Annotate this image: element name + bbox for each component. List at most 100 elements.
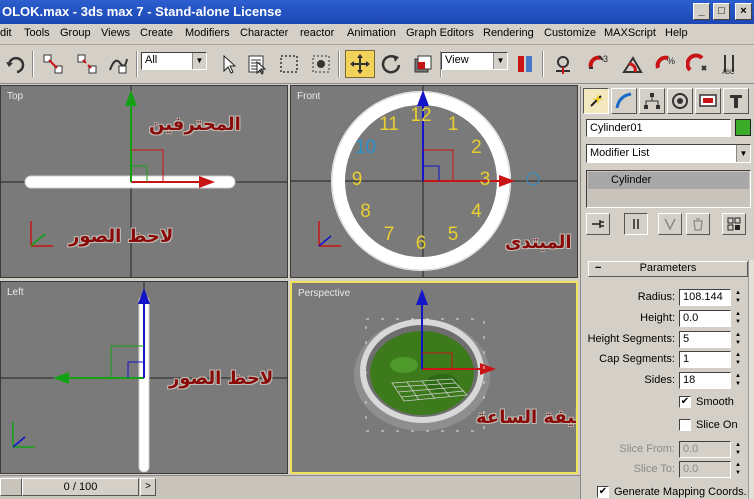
smooth-checkbox[interactable]: ✔ — [679, 396, 691, 408]
menu-reactor[interactable]: reactor — [300, 27, 334, 39]
param-height: Height: 0.0 ▲ ▼ — [583, 309, 753, 327]
command-panel: Cylinder01 Modifier List ▼ Cylinder − Pa… — [580, 86, 754, 499]
show-end-result-icon[interactable] — [624, 213, 648, 235]
menu-rendering[interactable]: Rendering — [483, 27, 534, 39]
radius-input[interactable]: 108.144 — [679, 289, 731, 306]
named-selection-icon[interactable]: ABC — [718, 50, 744, 78]
snap-3d-icon[interactable]: 3 — [586, 50, 612, 78]
radius-spinner-icon[interactable]: ▲ ▼ — [733, 289, 743, 306]
param-cap-segments-label: Cap Segments: — [599, 353, 675, 365]
menu-animation[interactable]: Animation — [347, 27, 396, 39]
cap-segments-input[interactable]: 1 — [679, 351, 731, 368]
utilities-tab-icon[interactable] — [723, 88, 749, 114]
motion-tab-icon[interactable] — [667, 88, 693, 114]
use-pivot-icon[interactable] — [512, 50, 538, 78]
hierarchy-tab-icon[interactable] — [639, 88, 665, 114]
time-slider: 0 / 100 > — [0, 475, 580, 499]
annotation-pros: المحترفين — [149, 114, 241, 135]
rollout-collapse-icon: − — [595, 262, 602, 274]
title-bar: OLOK.max - 3ds max 7 - Stand-alone Licen… — [0, 0, 754, 24]
time-slider-track-start[interactable] — [0, 478, 22, 496]
viewport-front[interactable]: Front 12 1 2 3 4 5 6 7 8 9 10 11 المبتدى — [290, 85, 578, 278]
slice-on-checkbox[interactable] — [679, 419, 691, 431]
angle-snap-icon[interactable] — [620, 50, 646, 78]
window-crossing-icon[interactable] — [308, 50, 334, 78]
menu-edit[interactable]: dit — [0, 27, 12, 39]
top-viewport-graphics — [1, 86, 287, 277]
chevron-down-icon: ▼ — [493, 53, 507, 69]
menu-customize[interactable]: Customize — [544, 27, 596, 39]
menu-help[interactable]: Help — [665, 27, 688, 39]
menu-create[interactable]: Create — [140, 27, 173, 39]
menu-maxscript[interactable]: MAXScript — [604, 27, 656, 39]
annotation-beginner: المبتدى — [505, 232, 572, 253]
configure-modifier-sets-icon[interactable] — [722, 213, 746, 235]
height-spinner-icon[interactable]: ▲ ▼ — [733, 310, 743, 327]
viewport-top[interactable]: Top المحترفين لاحظ الصور — [0, 85, 288, 278]
slice-on-label: Slice On — [696, 419, 738, 431]
toolbar-separator — [338, 51, 340, 77]
next-frame-button[interactable]: > — [140, 478, 156, 496]
clock-number: 4 — [471, 201, 482, 222]
clock-number: 10 — [354, 137, 377, 158]
modifier-list-dropdown[interactable]: Modifier List ▼ — [586, 144, 751, 163]
percent-snap-icon[interactable]: % — [653, 50, 679, 78]
menu-tools[interactable]: Tools — [24, 27, 50, 39]
command-panel-scrollbar[interactable] — [748, 260, 754, 499]
selection-filter-value: All — [145, 54, 158, 66]
cap-segments-spinner-icon[interactable]: ▲ ▼ — [733, 351, 743, 368]
select-rotate-icon[interactable] — [378, 50, 404, 78]
spinner-snap-icon[interactable] — [685, 50, 711, 78]
stack-item-cylinder[interactable]: Cylinder — [588, 172, 749, 189]
sides-spinner-icon[interactable]: ▲ ▼ — [733, 372, 743, 389]
select-scale-icon[interactable] — [410, 50, 436, 78]
param-radius: Radius: 108.144 ▲ ▼ — [583, 288, 753, 306]
pin-stack-icon[interactable] — [586, 213, 610, 235]
viewport-perspective[interactable]: Perspective هذه مقاسات الخليفة الساعة — [290, 281, 578, 474]
slice-from-spinner-icon[interactable]: ▲ ▼ — [733, 441, 743, 458]
minimize-button[interactable]: _ — [693, 3, 710, 20]
menu-views[interactable]: Views — [101, 27, 130, 39]
modify-tab-icon[interactable] — [611, 88, 637, 114]
viewport-left[interactable]: Left لاحظ الصور — [0, 281, 288, 474]
maximize-button[interactable]: □ — [713, 3, 730, 20]
annotation-clock-background-size: هذه مقاسات الخليفة الساعة — [476, 407, 576, 428]
create-tab-icon[interactable] — [583, 88, 609, 114]
height-segments-input[interactable]: 5 — [679, 331, 731, 348]
time-slider-thumb[interactable]: 0 / 100 — [22, 478, 139, 496]
display-tab-icon[interactable] — [695, 88, 721, 114]
menu-graph-editors[interactable]: Graph Editors — [406, 27, 474, 39]
bind-space-warp-icon[interactable] — [105, 50, 131, 78]
sides-input[interactable]: 18 — [679, 372, 731, 389]
undo-icon[interactable] — [3, 50, 29, 78]
menu-bar: dit Tools Group Views Create Modifiers C… — [0, 24, 754, 45]
select-by-name-icon[interactable] — [244, 50, 270, 78]
slice-to-input[interactable]: 0.0 — [679, 461, 731, 478]
menu-character[interactable]: Character — [240, 27, 288, 39]
reference-coord-dropdown[interactable]: View ▼ — [441, 52, 508, 70]
selection-filter-dropdown[interactable]: All ▼ — [141, 52, 207, 70]
slice-from-input[interactable]: 0.0 — [679, 441, 731, 458]
select-move-icon[interactable] — [345, 50, 375, 78]
menu-group[interactable]: Group — [60, 27, 91, 39]
height-input[interactable]: 0.0 — [679, 310, 731, 327]
make-unique-icon[interactable] — [658, 213, 682, 235]
object-name-field[interactable]: Cylinder01 — [586, 119, 731, 137]
select-link-icon[interactable] — [40, 50, 66, 78]
rect-selection-icon[interactable] — [276, 50, 302, 78]
clock-number: 2 — [471, 137, 482, 158]
generate-mapping-checkbox[interactable]: ✔ — [597, 486, 609, 498]
select-object-icon[interactable] — [215, 50, 241, 78]
menu-modifiers[interactable]: Modifiers — [185, 27, 230, 39]
close-button[interactable]: × — [735, 3, 752, 20]
object-color-swatch[interactable] — [735, 119, 751, 136]
remove-modifier-icon[interactable] — [686, 213, 710, 235]
parameters-rollout-header[interactable]: − Parameters — [588, 261, 748, 277]
slice-to-spinner-icon[interactable]: ▲ ▼ — [733, 461, 743, 478]
select-manipulate-icon[interactable] — [550, 50, 576, 78]
param-slice-from: Slice From: 0.0 ▲ ▼ — [583, 440, 753, 458]
smooth-label: Smooth — [696, 396, 734, 408]
param-slice-to: Slice To: 0.0 ▲ ▼ — [583, 460, 753, 478]
unlink-icon[interactable] — [74, 50, 100, 78]
height-segments-spinner-icon[interactable]: ▲ ▼ — [733, 331, 743, 348]
